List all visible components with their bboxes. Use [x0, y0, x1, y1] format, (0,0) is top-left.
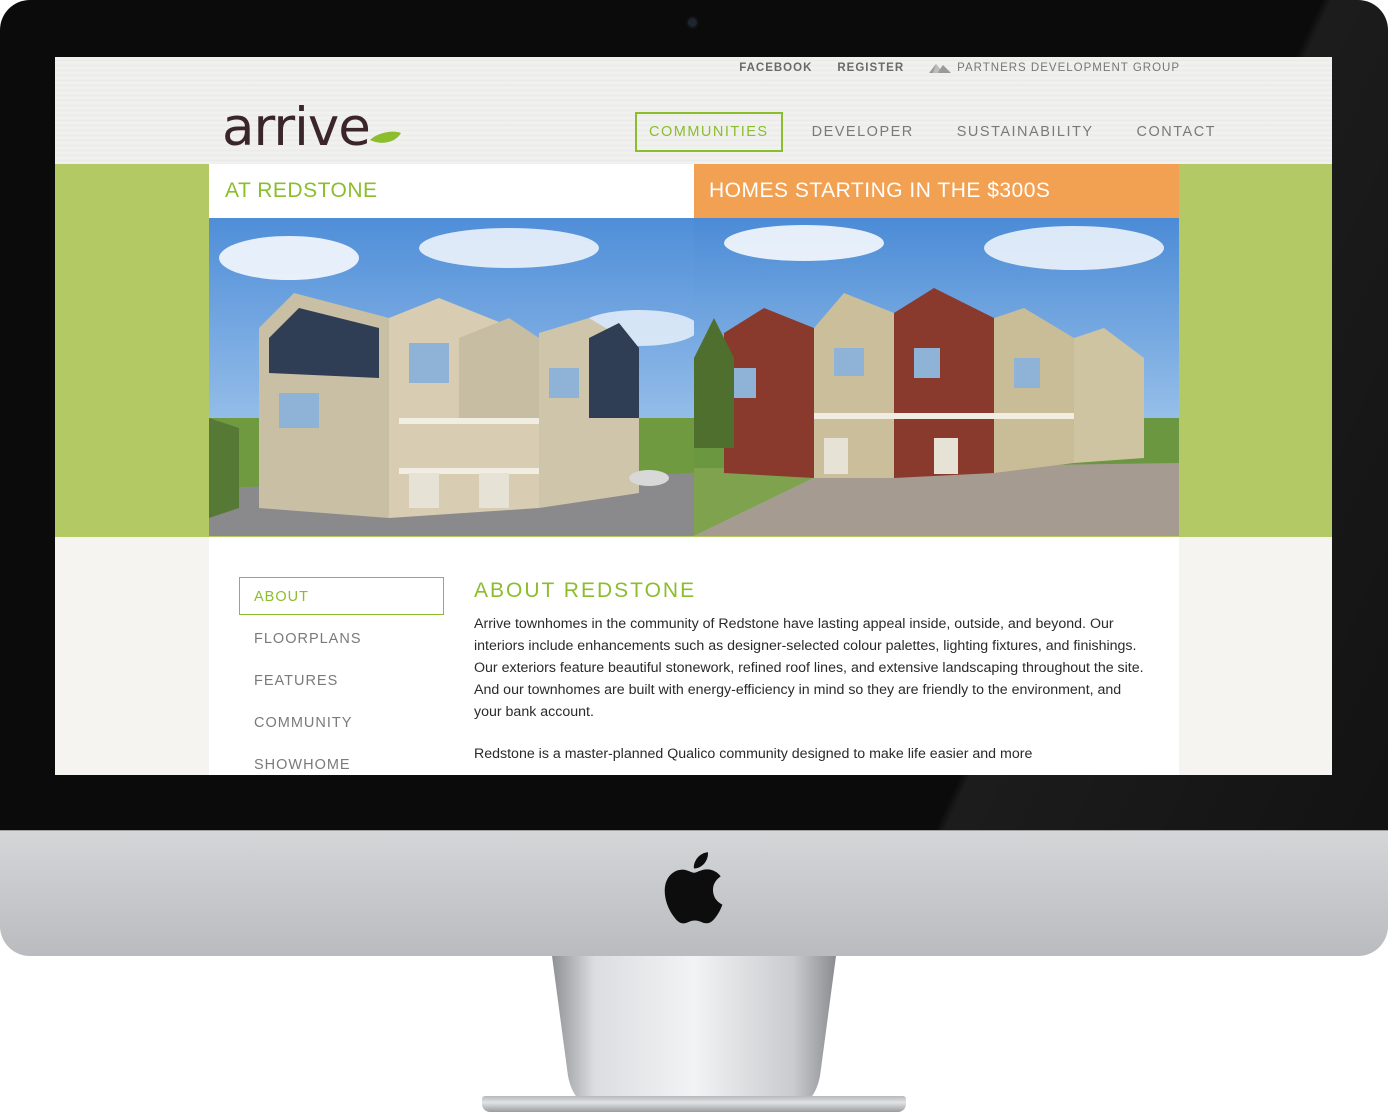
nav-communities[interactable]: COMMUNITIES [635, 112, 783, 152]
subnav-floorplans[interactable]: FLOORPLANS [239, 619, 444, 657]
hero-left-heading: AT REDSTONE [209, 164, 694, 218]
nav-sustainability[interactable]: SUSTAINABILITY [943, 112, 1108, 152]
website-screen: FACEBOOK REGISTER PARTNERS DEVELOPMENT G… [55, 57, 1332, 775]
imac-stand-base [482, 1096, 906, 1112]
subnav-community[interactable]: COMMUNITY [239, 703, 444, 741]
register-link[interactable]: REGISTER [837, 62, 904, 74]
imac-stand [552, 956, 836, 1106]
utility-nav: FACEBOOK REGISTER PARTNERS DEVELOPMENT G… [739, 62, 1180, 74]
article-paragraph-1: Arrive townhomes in the community of Red… [474, 616, 1144, 720]
main-nav: COMMUNITIES DEVELOPER SUSTAINABILITY CON… [635, 112, 1245, 152]
townhome-rendering-right [694, 218, 1179, 536]
hero-right-heading: HOMES STARTING IN THE $300S [694, 164, 1179, 218]
subnav-showhome[interactable]: SHOWHOME [239, 745, 444, 775]
arrive-logo[interactable]: arrive [222, 101, 401, 154]
partner-link-label: PARTNERS DEVELOPMENT GROUP [957, 62, 1180, 74]
leaf-icon [370, 131, 401, 143]
mountain-logo-icon [929, 64, 952, 73]
hero-side-panel [1178, 164, 1332, 537]
about-article: ABOUT REDSTONE Arrive townhomes in the c… [474, 579, 1144, 775]
site-header: FACEBOOK REGISTER PARTNERS DEVELOPMENT G… [55, 57, 1332, 164]
camera-icon [688, 18, 697, 27]
facebook-link[interactable]: FACEBOOK [739, 62, 812, 74]
nav-developer[interactable]: DEVELOPER [798, 112, 928, 152]
subnav-about[interactable]: ABOUT [239, 577, 444, 615]
subnav-features[interactable]: FEATURES [239, 661, 444, 699]
apple-logo-icon [664, 852, 723, 924]
partner-link[interactable]: PARTNERS DEVELOPMENT GROUP [929, 62, 1180, 74]
article-title: ABOUT REDSTONE [474, 579, 697, 602]
nav-contact[interactable]: CONTACT [1123, 112, 1231, 152]
townhome-rendering-left [209, 218, 694, 536]
logo-wordmark: arrive [222, 97, 371, 158]
community-subnav: ABOUT FLOORPLANS FEATURES COMMUNITY SHOW… [239, 577, 444, 775]
article-paragraph-2: Redstone is a master-planned Qualico com… [474, 746, 1033, 762]
